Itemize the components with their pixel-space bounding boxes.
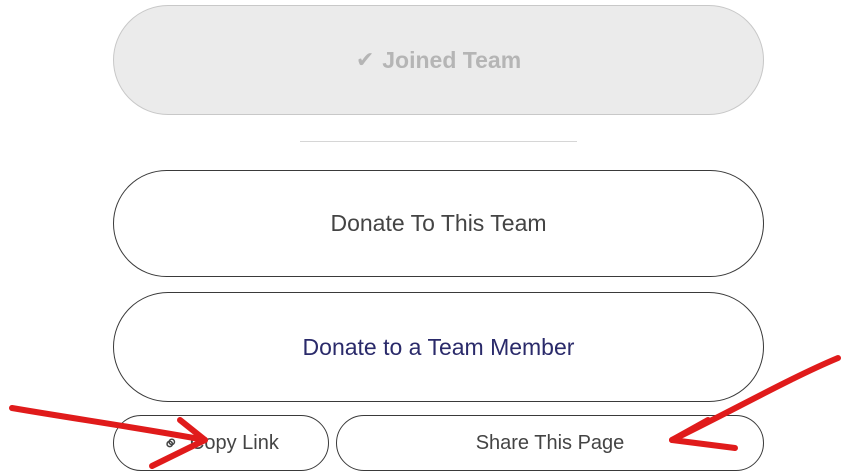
donate-to-member-button[interactable]: Donate to a Team Member	[113, 292, 764, 402]
link-icon: ⚭	[158, 429, 186, 458]
joined-team-button[interactable]: ✔ Joined Team	[113, 5, 764, 115]
divider	[300, 141, 577, 142]
donate-to-team-label: Donate To This Team	[330, 210, 547, 236]
page: ✔ Joined Team Donate To This Team Donate…	[0, 0, 843, 473]
joined-team-label: Joined Team	[382, 46, 522, 73]
copy-link-label: Copy Link	[189, 431, 279, 454]
copy-link-button[interactable]: ⚭ Copy Link	[113, 415, 329, 471]
checkmark-icon: ✔	[355, 47, 375, 72]
share-page-button[interactable]: Share This Page	[336, 415, 764, 471]
donate-to-team-button[interactable]: Donate To This Team	[113, 170, 764, 277]
donate-to-member-label: Donate to a Team Member	[302, 333, 575, 360]
share-page-label: Share This Page	[475, 431, 625, 454]
